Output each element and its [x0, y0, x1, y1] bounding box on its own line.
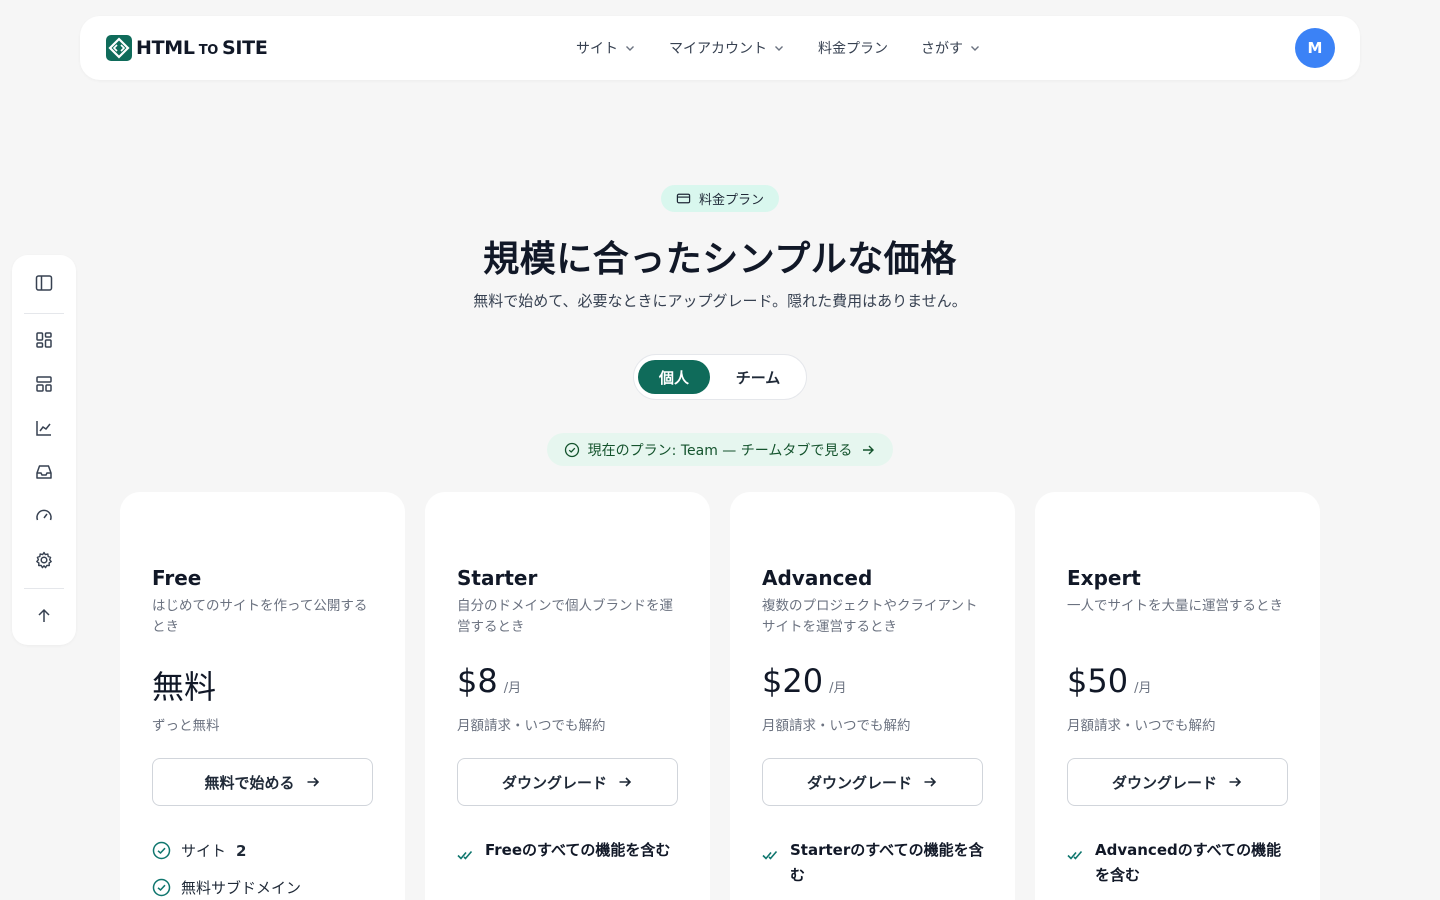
- nav-item-my-account[interactable]: マイアカウント: [669, 38, 785, 58]
- current-plan-text: 現在のプラン: Team — チームタブで見る: [587, 442, 853, 459]
- plan-card-expert: Expert 一人でサイトを大量に運営するとき $50 /月 月額請求・いつでも…: [1035, 492, 1320, 900]
- current-plan-banner[interactable]: 現在のプラン: Team — チームタブで見る: [547, 433, 893, 466]
- feature-includes: Advancedのすべての機能を含む: [1067, 838, 1292, 888]
- plan-card-advanced: Advanced 複数のプロジェクトやクライアントサイトを運営するとき $20 …: [730, 492, 1015, 900]
- nav-item-search[interactable]: さがす: [921, 38, 981, 58]
- sidebar-divider: [24, 313, 64, 314]
- double-check-icon: [457, 850, 473, 860]
- plan-name: Advanced: [762, 566, 873, 590]
- double-check-icon: [1067, 850, 1083, 860]
- plan-description: 一人でサイトを大量に運営するとき: [1067, 598, 1283, 614]
- plan-price: $50 /月: [1067, 662, 1151, 700]
- plan-billing: 月額請求・いつでも解約: [762, 718, 911, 734]
- plan-billing: 月額請求・いつでも解約: [457, 718, 606, 734]
- credit-card-icon: [676, 193, 691, 204]
- chevron-down-icon: [626, 46, 634, 51]
- nav-item-label: サイト: [576, 41, 618, 57]
- plan-description: 自分のドメインで個人ブランドを運営するとき: [457, 598, 673, 635]
- plan-billing: 月額請求・いつでも解約: [1067, 718, 1216, 734]
- arrow-right-icon: [863, 445, 875, 454]
- plan-price-unit: /月: [1134, 681, 1152, 696]
- layout-icon[interactable]: [34, 374, 54, 394]
- nav-item-label: 料金プラン: [818, 41, 888, 57]
- logo-text-to: TO: [198, 43, 219, 58]
- sidebar-divider: [24, 588, 64, 589]
- plan-card-starter: Starter 自分のドメインで個人ブランドを運営するとき $8 /月 月額請求…: [425, 492, 710, 900]
- chevron-down-icon: [971, 46, 979, 51]
- button-label: ダウングレード: [1111, 773, 1217, 792]
- arrow-right-icon: [1229, 777, 1242, 787]
- arrow-right-icon: [307, 777, 319, 787]
- plan-type-toggle: 個人 チーム: [633, 354, 807, 400]
- logo-text-html: HTML: [136, 37, 195, 59]
- left-sidebar: [12, 255, 76, 645]
- button-label: ダウングレード: [501, 773, 607, 792]
- check-circle-icon: [152, 878, 171, 897]
- plan-price-unit: /月: [503, 681, 522, 696]
- feature-includes-text: Starterのすべての機能を含む: [790, 841, 984, 884]
- gauge-icon[interactable]: [34, 506, 54, 526]
- plan-price: 無料: [152, 662, 216, 708]
- chevron-down-icon: [775, 46, 783, 51]
- downgrade-button[interactable]: ダウングレード: [762, 758, 983, 806]
- chart-icon[interactable]: [34, 418, 54, 438]
- feature-item: 無料サブドメイン: [152, 877, 301, 898]
- feature-includes: Starterのすべての機能を含む: [762, 838, 987, 888]
- feature-includes-text: Freeのすべての機能を含む: [485, 841, 671, 859]
- plan-name: Free: [152, 566, 202, 590]
- start-free-button[interactable]: 無料で始める: [152, 758, 373, 806]
- pricing-badge-label: 料金プラン: [698, 193, 764, 208]
- downgrade-button[interactable]: ダウングレード: [457, 758, 678, 806]
- feature-label: サイト: [181, 842, 227, 860]
- plan-price-value: $50: [1067, 662, 1129, 700]
- double-check-icon: [762, 850, 778, 860]
- plan-description: はじめてのサイトを作って公開するとき: [152, 598, 368, 635]
- avatar[interactable]: M: [1295, 28, 1335, 68]
- plan-card-free: Free はじめてのサイトを作って公開するとき 無料 ずっと無料 無料で始める …: [120, 492, 405, 900]
- plan-price: $8 /月: [457, 662, 521, 700]
- nav-item-pricing[interactable]: 料金プラン: [818, 38, 888, 58]
- plan-price-value: 無料: [152, 668, 217, 706]
- button-label: 無料で始める: [204, 773, 295, 792]
- nav-item-label: さがす: [921, 41, 963, 57]
- toggle-team[interactable]: チーム: [718, 360, 798, 394]
- plan-price-unit: /月: [829, 681, 847, 696]
- page-title: 規模に合ったシンプルな価格: [483, 239, 957, 280]
- pricing-badge: 料金プラン: [661, 185, 779, 212]
- plan-price-value: $20: [762, 662, 824, 700]
- feature-value: 2: [236, 842, 247, 860]
- logo[interactable]: HTML TO SITE: [106, 35, 268, 61]
- check-circle-icon: [152, 841, 171, 860]
- inbox-icon[interactable]: [34, 462, 54, 482]
- logo-icon: [106, 35, 132, 61]
- top-header: HTML TO SITE サイト マイアカウント 料金プラン さがす M: [80, 16, 1360, 80]
- feature-label: 無料サブドメイン: [181, 879, 302, 897]
- gear-icon[interactable]: [34, 550, 54, 570]
- plan-name: Expert: [1067, 566, 1141, 590]
- main-nav: サイト マイアカウント 料金プラン さがす: [576, 16, 981, 80]
- plan-description: 複数のプロジェクトやクライアントサイトを運営するとき: [762, 598, 978, 635]
- plan-price-value: $8: [457, 662, 498, 700]
- nav-item-sites[interactable]: サイト: [576, 38, 636, 58]
- feature-includes-text: Advancedのすべての機能を含む: [1095, 841, 1282, 884]
- page-subtitle: 無料で始めて、必要なときにアップグレード。隠れた費用はありません。: [473, 292, 967, 310]
- check-circle-icon: [564, 442, 579, 457]
- nav-item-label: マイアカウント: [669, 41, 767, 57]
- feature-item: サイト 2: [152, 840, 246, 861]
- arrow-up-icon[interactable]: [34, 606, 54, 626]
- arrow-right-icon: [924, 777, 937, 787]
- plan-billing: ずっと無料: [152, 718, 220, 734]
- logo-text-site: SITE: [222, 37, 268, 59]
- downgrade-button[interactable]: ダウングレード: [1067, 758, 1288, 806]
- feature-includes: Freeのすべての機能を含む: [457, 838, 682, 864]
- toggle-individual[interactable]: 個人: [638, 360, 710, 394]
- button-label: ダウングレード: [806, 773, 912, 792]
- plan-name: Starter: [457, 566, 538, 590]
- plan-price: $20 /月: [762, 662, 846, 700]
- dashboard-icon[interactable]: [34, 330, 54, 350]
- arrow-right-icon: [619, 777, 632, 787]
